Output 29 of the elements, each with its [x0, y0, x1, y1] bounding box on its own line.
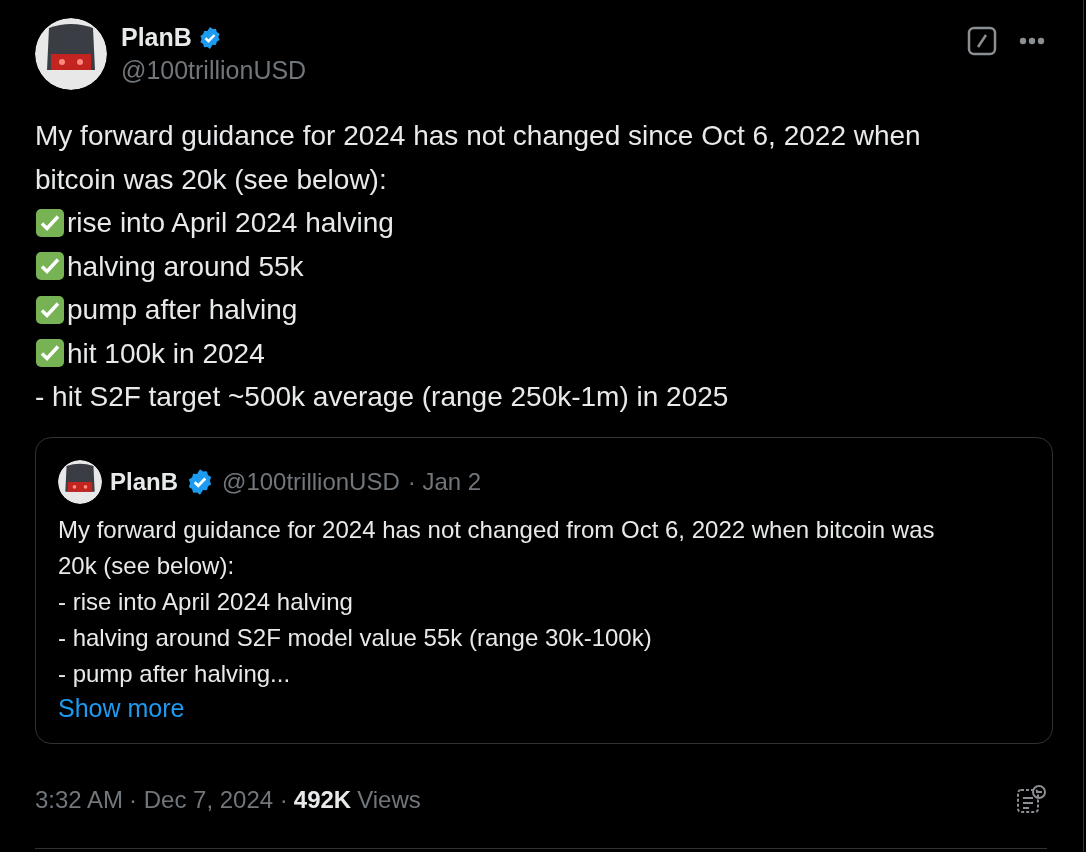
check-mark-icon — [35, 338, 65, 369]
post-text: My forward guidance for 2024 has not changed since Oct 6, 2022 when bitcoin was 20k (see below): — [35, 119, 922, 197]
post-text: pump after halving — [67, 293, 298, 327]
quoted-post-card[interactable] — [35, 436, 1053, 744]
author-handle[interactable]: @100trillionUSD — [121, 56, 307, 85]
quoted-post-text: My forward guidance for 2024 has not changed from Oct 6, 2022 when bitcoin was 20k (see below): — [58, 514, 936, 581]
quoted-author-name[interactable]: PlanB — [110, 467, 178, 496]
avatar-icon[interactable] — [35, 18, 107, 90]
quoted-author-handle[interactable]: @100trillionUSD — [222, 467, 400, 496]
post-time[interactable]: 3:32 AM — [35, 785, 124, 814]
check-mark-icon — [35, 294, 65, 325]
post-text: rise into April 2024 halving — [67, 206, 394, 240]
post-text: hit 100k in 2024 — [67, 336, 265, 371]
author-name[interactable]: PlanB — [121, 23, 192, 52]
more-icon[interactable] — [1019, 37, 1045, 45]
views-label: Views — [357, 785, 421, 814]
show-more-link[interactable]: Show more — [58, 693, 185, 723]
quoted-post-text: - pump after halving... — [58, 658, 292, 689]
bookmark-list-icon[interactable] — [1015, 783, 1047, 816]
views-count: 492K — [293, 785, 352, 814]
check-mark-icon — [35, 251, 65, 282]
quoted-post-text: - halving around S2F model value 55k (range 30k-100k) — [58, 622, 653, 653]
post-date[interactable]: · Dec 7, 2024 · — [129, 785, 288, 814]
quoted-post-date: · Jan 2 — [407, 467, 482, 496]
check-mark-icon — [35, 207, 65, 238]
avatar-icon[interactable] — [58, 459, 102, 504]
post-text: halving around 55k — [67, 249, 304, 284]
quoted-post-text: - rise into April 2024 halving — [58, 586, 354, 617]
post-text: - hit S2F target ~500k average (range 250k-1m) in 2025 — [35, 380, 730, 414]
